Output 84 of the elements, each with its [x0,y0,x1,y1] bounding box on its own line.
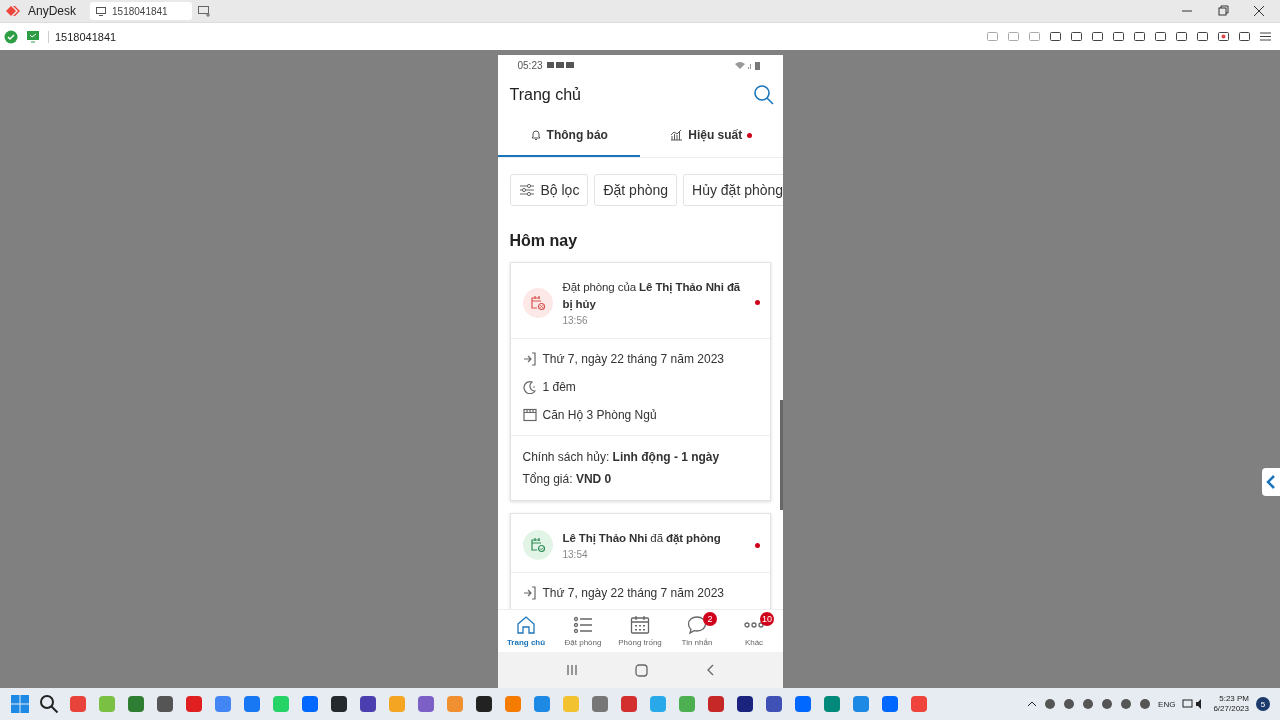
toolbar-icon[interactable] [1154,30,1167,43]
detail-text: Thứ 7, ngày 22 tháng 7 năm 2023 [542,586,724,600]
chat-icon [687,615,707,635]
app-icon[interactable] [155,694,175,714]
chevron-up-icon[interactable] [1027,699,1038,709]
app-icon[interactable] [358,694,378,714]
toolbar-icon[interactable] [1196,30,1209,43]
monitor-icon [26,30,40,43]
connected-check-icon [4,29,18,44]
restore-icon[interactable] [1216,4,1230,18]
start-icon[interactable] [10,694,30,714]
tray-icon[interactable] [1063,698,1076,710]
notification-card[interactable]: Đặt phòng của Lê Thị Thảo Nhi đã bị hủy 13:56 Thứ 7, ngày 22 tháng 7 năm 2023 1 đêm Căn Hộ 3 Phòng Ngủ Chính sách hủy: Linh động - 1 ngày Tổng giá: VND 0 [509,262,771,501]
nav-item[interactable]: Tin nhắn 2 [668,610,726,652]
room-icon [522,408,537,422]
notification-icons-drawing [546,61,577,69]
toolbar-icon[interactable] [1112,30,1125,43]
detail-text: Thứ 7, ngày 22 tháng 7 năm 2023 [542,352,724,366]
filter-chip[interactable]: Hủy đặt phòng [683,174,783,206]
app-icon[interactable] [329,694,349,714]
home-icon [516,615,536,635]
tray-icon[interactable] [1101,698,1114,710]
signal-battery-icon [734,60,763,70]
nav-item[interactable]: Phòng trống [611,610,669,652]
sliders-icon [518,183,535,197]
toolbar-icon[interactable] [1175,30,1188,43]
toolbar-icon[interactable] [1070,30,1083,43]
session-tab[interactable]: 1518041841 [90,2,193,20]
back-icon[interactable] [705,664,714,676]
calendar-check-icon [522,530,553,560]
app-icon[interactable] [764,694,784,714]
app-name: AnyDesk [28,4,77,18]
page-title: Trang chủ [509,86,581,104]
tray-icon[interactable] [1044,698,1057,710]
calendar-cancel-icon [522,287,553,318]
toolbar-icon[interactable] [1091,30,1104,43]
scrollbar[interactable] [779,400,783,510]
info-text: Chính sách hủy: Linh động - 1 ngày [522,450,720,464]
notification-title: Đặt phòng của Lê Thị Thảo Nhi đã bị hủy [562,280,742,313]
notification-title: Lê Thị Thảo Nhi đã đặt phòng [562,531,722,547]
notification-badge[interactable]: 5 [1256,697,1270,711]
nav-item[interactable]: Đặt phòng [554,610,612,652]
app-icon[interactable] [735,694,755,714]
info-text: Tổng giá: VND 0 [522,472,612,486]
calendar-icon [630,615,650,635]
nav-item[interactable]: Trang chủ [497,610,555,652]
check-in-icon [522,352,537,366]
search-icon[interactable] [39,694,59,714]
section-heading: Hôm nay [509,232,579,250]
filter-chip[interactable]: Đặt phòng [594,174,678,206]
monitor-icon [96,6,107,16]
status-time: 05:23 [517,59,543,71]
nav-item[interactable]: Khác 10 [725,610,783,652]
toolbar-icon[interactable] [1238,30,1251,43]
tray-icon[interactable] [1082,698,1095,710]
clock[interactable]: 5:23 PM 6/27/2023 [1213,694,1249,714]
new-tab-icon[interactable] [198,5,212,17]
detail-text: Căn Hộ 3 Phòng Ngủ [542,408,657,422]
toolbar-icon[interactable] [1049,30,1062,43]
toolbar-icon[interactable] [1133,30,1146,43]
count-badge: 2 [703,612,717,626]
address-text: 1518041841 [48,30,117,43]
moon-icon [522,380,537,394]
detail-text: 1 đêm [542,380,576,394]
count-badge: 10 [760,612,774,626]
menu-icon[interactable] [1259,30,1272,43]
bell-icon [529,129,542,141]
app-icon[interactable] [474,694,494,714]
tray-icon[interactable] [1139,698,1152,710]
language-indicator[interactable]: ENG [1158,699,1176,709]
tray-icon[interactable] [1120,698,1133,710]
home-button-icon[interactable] [635,663,649,677]
notification-time: 13:54 [562,549,589,560]
filter-button[interactable]: Bộ lọc [509,174,589,206]
toolbar-icon[interactable] [1217,30,1230,43]
tab[interactable]: Thông báo [497,115,640,157]
check-in-icon [522,586,537,600]
notification-time: 13:56 [562,315,589,326]
logo-icon [6,5,22,17]
recent-apps-icon[interactable] [566,664,579,676]
chart-icon [670,129,684,141]
list-icon [573,615,593,635]
close-icon[interactable] [1252,4,1266,18]
tab[interactable]: Hiệu suất [640,115,783,157]
